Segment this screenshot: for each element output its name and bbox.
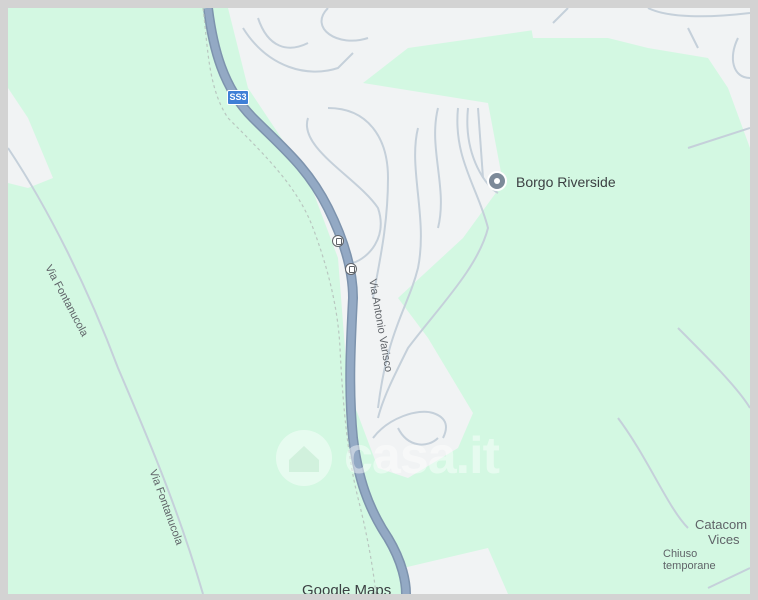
minor-road	[617, 417, 689, 529]
urban-area-northeast	[528, 8, 750, 148]
urban-area-south	[403, 548, 508, 594]
poi-label-catacomb-line2[interactable]: Vices	[708, 532, 750, 547]
map-frame: SS3 Borgo Riverside Via Antonio Varisco …	[0, 0, 758, 600]
google-maps-attribution: Google Maps	[302, 582, 392, 594]
house-logo-icon	[276, 430, 332, 486]
poi-label-catacomb-line1[interactable]: Catacom	[695, 517, 750, 532]
ss3-road-shield[interactable]: SS3	[227, 90, 249, 105]
minor-road	[687, 127, 750, 149]
bus-stop-icon[interactable]	[332, 235, 344, 247]
urban-area-north	[228, 8, 608, 478]
poi-label-borgo-riverside[interactable]: Borgo Riverside	[516, 174, 616, 190]
minor-road	[677, 327, 750, 409]
map-canvas[interactable]: SS3 Borgo Riverside Via Antonio Varisco …	[8, 8, 750, 594]
poi-status-closed: Chiuso temporane	[663, 548, 716, 572]
bus-stop-icon[interactable]	[345, 263, 357, 275]
casa-it-watermark: casa.it	[270, 420, 502, 504]
urban-area-west	[8, 88, 53, 188]
watermark-text: casa.it	[344, 427, 500, 485]
location-pin-icon[interactable]	[487, 171, 507, 191]
